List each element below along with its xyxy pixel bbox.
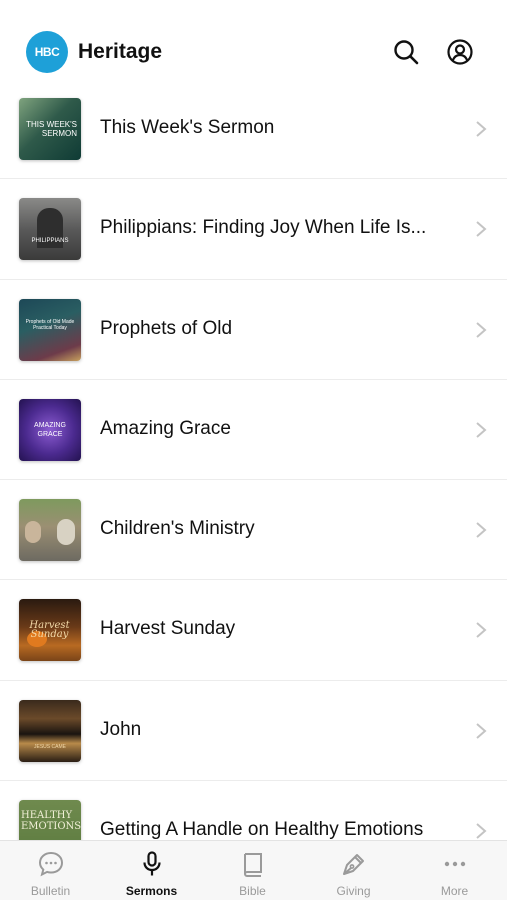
thumbnail-caption: Philippians (31, 238, 69, 245)
pen-icon (343, 854, 364, 875)
list-item[interactable]: Jesus Came John (0, 681, 507, 782)
tab-giving[interactable]: Giving (303, 841, 404, 900)
series-thumbnail: Philippians (19, 198, 81, 261)
series-thumbnail: Prophets of Old Made Practical Today (19, 298, 81, 361)
thumbnail-caption: Amazing Grace (34, 421, 66, 438)
tab-sermons[interactable]: Sermons (101, 841, 202, 900)
more-dots-icon (444, 861, 466, 867)
tab-bar: Bulletin Sermons Bible Giving More (0, 840, 507, 900)
chevron-right-icon (476, 121, 487, 137)
thumbnail-caption (19, 499, 81, 561)
search-icon[interactable] (392, 38, 420, 66)
thumbnail-caption: Harvest Sunday (29, 620, 70, 641)
list-item[interactable]: Children's Ministry (0, 480, 507, 581)
series-title: Harvest Sunday (100, 618, 236, 640)
church-logo: HBC (26, 31, 68, 73)
tab-label: Giving (336, 884, 371, 898)
thumbnail-caption: Jesus Came (34, 743, 66, 750)
tab-more[interactable]: More (404, 841, 505, 900)
series-thumbnail (19, 499, 81, 562)
app-title: Heritage (78, 40, 163, 63)
series-thumbnail: Jesus Came (19, 699, 81, 762)
series-thumbnail: Harvest Sunday (19, 599, 81, 662)
book-icon (243, 853, 262, 877)
chat-bubble-icon (38, 851, 64, 877)
series-title: Philippians: Finding Joy When Life Is... (100, 217, 427, 239)
series-title: Amazing Grace (100, 417, 231, 439)
chevron-right-icon (476, 422, 487, 438)
list-item[interactable]: Prophets of Old Made Practical Today Pro… (0, 280, 507, 380)
sermon-series-list: This Week's Sermon This Week's Sermon Ph… (0, 79, 507, 882)
series-title: Prophets of Old (100, 317, 233, 339)
series-title: This Week's Sermon (100, 117, 275, 138)
list-item[interactable]: Philippians Philippians: Finding Joy Whe… (0, 179, 507, 280)
tab-label: More (440, 884, 469, 898)
chevron-right-icon (476, 221, 487, 238)
tab-label: Bulletin (30, 884, 71, 898)
chevron-right-icon (476, 823, 487, 839)
series-title: Getting A Handle on Healthy Emotions (100, 819, 424, 841)
series-title: Children's Ministry (100, 518, 255, 540)
chevron-right-icon (476, 723, 487, 739)
sermons-screen: HBC Heritage This Week's Sermon This Wee… (0, 0, 507, 900)
thumbnail-caption: This Week's Sermon (26, 120, 77, 138)
list-item[interactable]: Amazing Grace Amazing Grace (0, 380, 507, 481)
microphone-icon (143, 851, 161, 876)
series-thumbnail: This Week's Sermon (19, 98, 81, 160)
tab-bible[interactable]: Bible (202, 841, 303, 900)
thumbnail-caption: Prophets of Old Made Practical Today (25, 318, 75, 331)
list-item[interactable]: Harvest Sunday Harvest Sunday (0, 580, 507, 681)
tab-bulletin[interactable]: Bulletin (0, 841, 101, 900)
series-thumbnail: Amazing Grace (19, 398, 81, 461)
list-item[interactable]: This Week's Sermon This Week's Sermon (0, 79, 507, 180)
chevron-right-icon (476, 522, 487, 538)
series-title: John (100, 718, 142, 740)
chevron-right-icon (476, 321, 487, 338)
account-icon[interactable] (446, 38, 474, 66)
chevron-right-icon (476, 622, 487, 639)
tab-label: Bible (239, 884, 266, 898)
tab-label: Sermons (125, 884, 178, 898)
